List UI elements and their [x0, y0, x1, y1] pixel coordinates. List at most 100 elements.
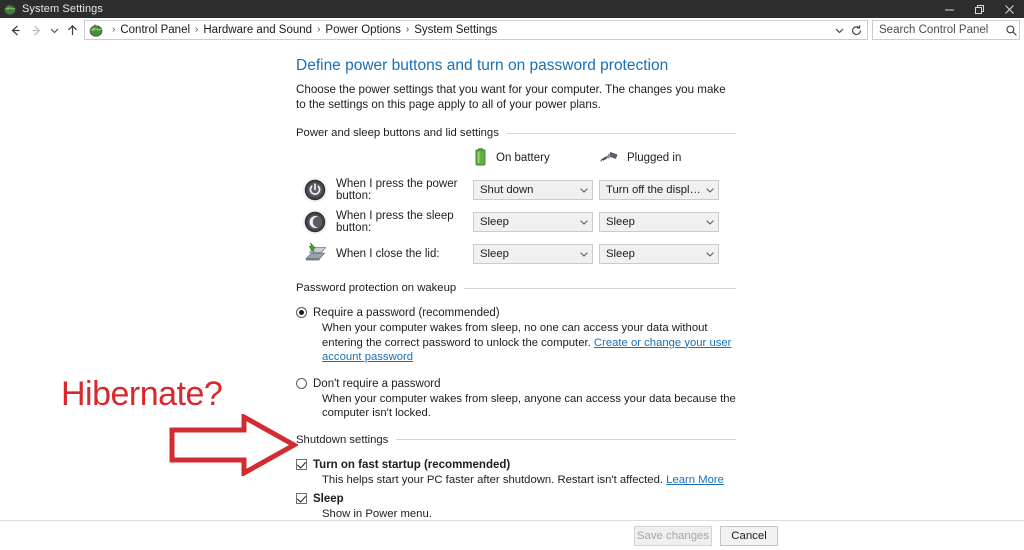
- combo-value: Sleep: [480, 216, 509, 228]
- combo-sleep-button-on-battery[interactable]: Sleep: [473, 212, 593, 232]
- section-divider: [464, 287, 736, 289]
- cancel-button[interactable]: Cancel: [720, 525, 778, 546]
- breadcrumb-item-control-panel[interactable]: Control Panel: [120, 21, 190, 39]
- radio-label-require-password: Require a password (recommended): [313, 307, 500, 319]
- title-bar: System Settings: [0, 0, 1024, 18]
- radio-button[interactable]: [296, 303, 313, 365]
- chevron-down-icon[interactable]: [701, 181, 718, 199]
- back-arrow-icon[interactable]: [4, 19, 26, 41]
- combo-power-button-plugged-in[interactable]: Turn off the display: [599, 180, 719, 200]
- checkbox-option-fast-startup[interactable]: Turn on fast startup (recommended) This …: [296, 455, 740, 488]
- password-section-label: Password protection on wakeup: [296, 282, 457, 294]
- footer-bar: Save changes Cancel: [0, 521, 1024, 550]
- shutdown-section-heading: Shutdown settings: [296, 434, 736, 446]
- combo-close-lid-plugged-in[interactable]: Sleep: [599, 244, 719, 264]
- breadcrumb-item-system-settings[interactable]: System Settings: [414, 21, 497, 39]
- checkbox-indicator-checked: [296, 492, 307, 504]
- setting-row-power-button: When I press the power button: Shut down…: [296, 174, 740, 206]
- checkbox-description-fast-startup: This helps start your PC faster after sh…: [322, 473, 742, 488]
- setting-row-close-lid: When I close the lid: Sleep Sleep: [296, 238, 740, 270]
- power-column-headers: On battery Plugged in: [473, 148, 740, 168]
- combo-value: Sleep: [606, 216, 635, 228]
- setting-label-power-button: When I press the power button:: [336, 178, 458, 202]
- checkbox[interactable]: [296, 489, 313, 522]
- forward-arrow-icon: [26, 19, 46, 41]
- checkbox[interactable]: [296, 455, 313, 488]
- chevron-down-icon[interactable]: [701, 213, 718, 231]
- recent-locations-icon[interactable]: [46, 19, 62, 41]
- column-on-battery-label: On battery: [496, 152, 550, 164]
- section-divider: [506, 132, 736, 134]
- shutdown-section-label: Shutdown settings: [296, 433, 389, 446]
- breadcrumb-items: › Control Panel › Hardware and Sound › P…: [107, 21, 831, 39]
- radio-description-require-password: When your computer wakes from sleep, no …: [322, 321, 738, 365]
- search-input[interactable]: [873, 24, 1005, 36]
- breadcrumb-item-power-options[interactable]: Power Options: [325, 21, 400, 39]
- search-icon[interactable]: [1005, 21, 1019, 39]
- up-arrow-icon[interactable]: [62, 19, 82, 41]
- breadcrumb-item-hardware-and-sound[interactable]: Hardware and Sound: [203, 21, 312, 39]
- search-box[interactable]: [872, 20, 1020, 40]
- description-text: This helps start your PC faster after sh…: [322, 473, 667, 486]
- setting-label-sleep-button: When I press the sleep button:: [336, 210, 454, 234]
- power-section-heading: Power and sleep buttons and lid settings: [296, 127, 736, 139]
- sleep-button-icon: [301, 208, 329, 236]
- chevron-down-icon[interactable]: [575, 245, 592, 263]
- window-controls: [934, 0, 1024, 18]
- breadcrumb-actions: [831, 21, 867, 39]
- setting-row-sleep-button: When I press the sleep button: Sleep Sle…: [296, 206, 740, 238]
- checkbox-label-sleep: Sleep: [313, 492, 344, 505]
- column-plugged-in-label: Plugged in: [627, 152, 682, 164]
- chevron-down-icon[interactable]: [701, 245, 718, 263]
- combo-value: Sleep: [480, 248, 509, 260]
- combo-sleep-button-plugged-in[interactable]: Sleep: [599, 212, 719, 232]
- setting-label-close-lid: When I close the lid:: [336, 248, 440, 260]
- control-panel-icon: [88, 22, 104, 38]
- refresh-icon[interactable]: [848, 21, 865, 39]
- minimize-icon[interactable]: [934, 0, 964, 18]
- section-divider: [396, 439, 736, 440]
- right-arrow-annotation: [168, 412, 300, 478]
- breadcrumb-separator: ›: [405, 24, 410, 35]
- breadcrumb-separator: ›: [112, 24, 116, 35]
- combo-value: Shut down: [480, 184, 534, 196]
- learn-more-link[interactable]: Learn More: [666, 474, 724, 486]
- restore-icon[interactable]: [964, 0, 994, 18]
- checkbox-label-fast-startup: Turn on fast startup (recommended): [313, 458, 511, 471]
- control-panel-icon: [3, 2, 17, 16]
- password-section-heading: Password protection on wakeup: [296, 282, 736, 294]
- chevron-down-icon[interactable]: [575, 213, 592, 231]
- column-on-battery: On battery: [473, 147, 599, 169]
- close-icon[interactable]: [994, 0, 1024, 18]
- breadcrumb-separator: ›: [195, 24, 199, 35]
- combo-power-button-on-battery[interactable]: Shut down: [473, 180, 593, 200]
- combo-value: Turn off the display: [606, 184, 701, 196]
- content-area: Define power buttons and turn on passwor…: [0, 42, 1024, 550]
- combo-close-lid-on-battery[interactable]: Sleep: [473, 244, 593, 264]
- radio-button[interactable]: [296, 374, 313, 421]
- page-title: Define power buttons and turn on passwor…: [296, 57, 669, 74]
- radio-indicator-unselected: [296, 377, 307, 389]
- chevron-down-icon[interactable]: [575, 181, 592, 199]
- system-settings-window: System Settings › Control Panel › Hardwa…: [0, 0, 1024, 550]
- combo-value: Sleep: [606, 248, 635, 260]
- window-title: System Settings: [22, 3, 103, 15]
- laptop-lid-icon: [301, 240, 329, 268]
- annotation-text-hibernate: Hibernate?: [61, 375, 223, 413]
- column-plugged-in: Plugged in: [599, 149, 681, 168]
- power-button-icon: [301, 176, 329, 204]
- radio-option-no-password[interactable]: Don't require a password When your compu…: [296, 374, 740, 421]
- radio-option-require-password[interactable]: Require a password (recommended) When yo…: [296, 303, 740, 365]
- power-plug-icon: [599, 149, 619, 168]
- settings-page: Define power buttons and turn on passwor…: [296, 56, 740, 550]
- page-description: Choose the power settings that you want …: [296, 83, 726, 111]
- breadcrumb[interactable]: › Control Panel › Hardware and Sound › P…: [84, 20, 868, 40]
- chevron-down-icon[interactable]: [831, 21, 848, 39]
- radio-indicator-selected: [296, 307, 307, 318]
- save-changes-button[interactable]: Save changes: [634, 525, 712, 546]
- address-bar: › Control Panel › Hardware and Sound › P…: [0, 18, 1024, 42]
- battery-icon: [473, 147, 488, 169]
- checkbox-option-sleep[interactable]: Sleep Show in Power menu.: [296, 489, 740, 522]
- power-section-label: Power and sleep buttons and lid settings: [296, 127, 499, 139]
- radio-description-no-password: When your computer wakes from sleep, any…: [322, 392, 736, 420]
